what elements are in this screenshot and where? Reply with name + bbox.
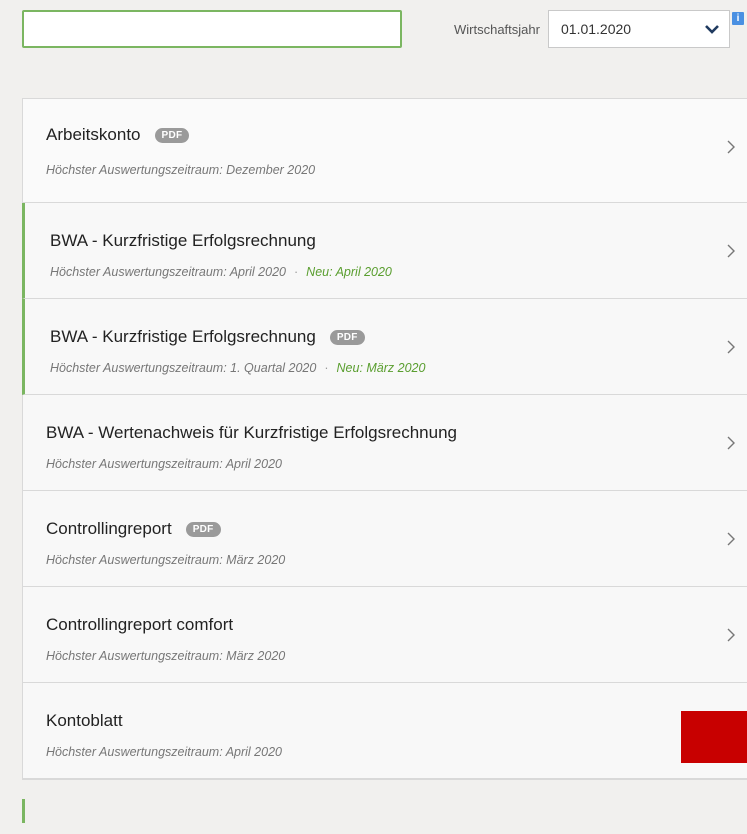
next-item-accent-bar bbox=[22, 799, 25, 823]
chevron-right-icon bbox=[727, 532, 735, 546]
search-input[interactable] bbox=[22, 10, 402, 48]
chevron-right-icon bbox=[727, 140, 735, 154]
report-item[interactable]: BWA - Kurzfristige Erfolgsrechnung PDF H… bbox=[22, 299, 747, 395]
red-overlay-block bbox=[681, 711, 747, 763]
chevron-right-icon bbox=[727, 628, 735, 642]
report-period: Höchster Auswertungszeitraum: April 2020 bbox=[46, 457, 282, 471]
fiscal-year-value: 01.01.2020 bbox=[561, 21, 632, 37]
report-item[interactable]: Kontoblatt Höchster Auswertungszeitraum:… bbox=[23, 683, 747, 779]
report-title: Controllingreport bbox=[46, 519, 172, 538]
report-period: Höchster Auswertungszeitraum: April 2020 bbox=[50, 265, 286, 279]
chevron-right-icon bbox=[727, 244, 735, 258]
report-item[interactable]: BWA - Kurzfristige Erfolgsrechnung Höchs… bbox=[22, 203, 747, 299]
report-title: Arbeitskonto bbox=[46, 125, 141, 144]
report-period: Höchster Auswertungszeitraum: Dezember 2… bbox=[46, 163, 316, 177]
report-title: BWA - Kurzfristige Erfolgsrechnung bbox=[50, 327, 316, 346]
report-title: BWA - Wertenachweis für Kurzfristige Erf… bbox=[46, 423, 457, 442]
fiscal-year-select[interactable]: 01.01.2020 bbox=[548, 10, 730, 48]
report-item[interactable]: Controllingreport comfort Höchster Auswe… bbox=[23, 587, 747, 683]
separator-dot: · bbox=[324, 361, 329, 375]
new-period-label: Neu: April 2020 bbox=[306, 265, 392, 279]
report-item[interactable]: Arbeitskonto PDF Höchster Auswertungszei… bbox=[23, 99, 747, 203]
fiscal-year-label: Wirtschaftsjahr bbox=[454, 22, 540, 37]
report-period: Höchster Auswertungszeitraum: März 2020 bbox=[46, 649, 286, 663]
chevron-down-icon bbox=[705, 25, 719, 34]
report-title: BWA - Kurzfristige Erfolgsrechnung bbox=[50, 231, 316, 250]
chevron-right-icon bbox=[727, 340, 735, 354]
new-period-label: Neu: März 2020 bbox=[336, 361, 426, 375]
report-period: Höchster Auswertungszeitraum: April 2020 bbox=[46, 745, 282, 759]
report-item[interactable]: Controllingreport PDF Höchster Auswertun… bbox=[23, 491, 747, 587]
report-title: Controllingreport comfort bbox=[46, 615, 234, 634]
pdf-badge[interactable]: PDF bbox=[329, 329, 365, 345]
report-title: Kontoblatt bbox=[46, 711, 123, 730]
top-toolbar: Wirtschaftsjahr 01.01.2020 i bbox=[0, 0, 747, 80]
chevron-right-icon bbox=[727, 436, 735, 450]
report-item[interactable]: BWA - Wertenachweis für Kurzfristige Erf… bbox=[23, 395, 747, 491]
report-period: Höchster Auswertungszeitraum: März 2020 bbox=[46, 553, 286, 567]
report-period: Höchster Auswertungszeitraum: 1. Quartal… bbox=[50, 361, 317, 375]
pdf-badge[interactable]: PDF bbox=[185, 521, 221, 537]
report-list: Arbeitskonto PDF Höchster Auswertungszei… bbox=[22, 98, 747, 780]
separator-dot: · bbox=[294, 265, 299, 279]
pdf-badge[interactable]: PDF bbox=[154, 127, 190, 143]
info-icon[interactable]: i bbox=[732, 12, 744, 25]
